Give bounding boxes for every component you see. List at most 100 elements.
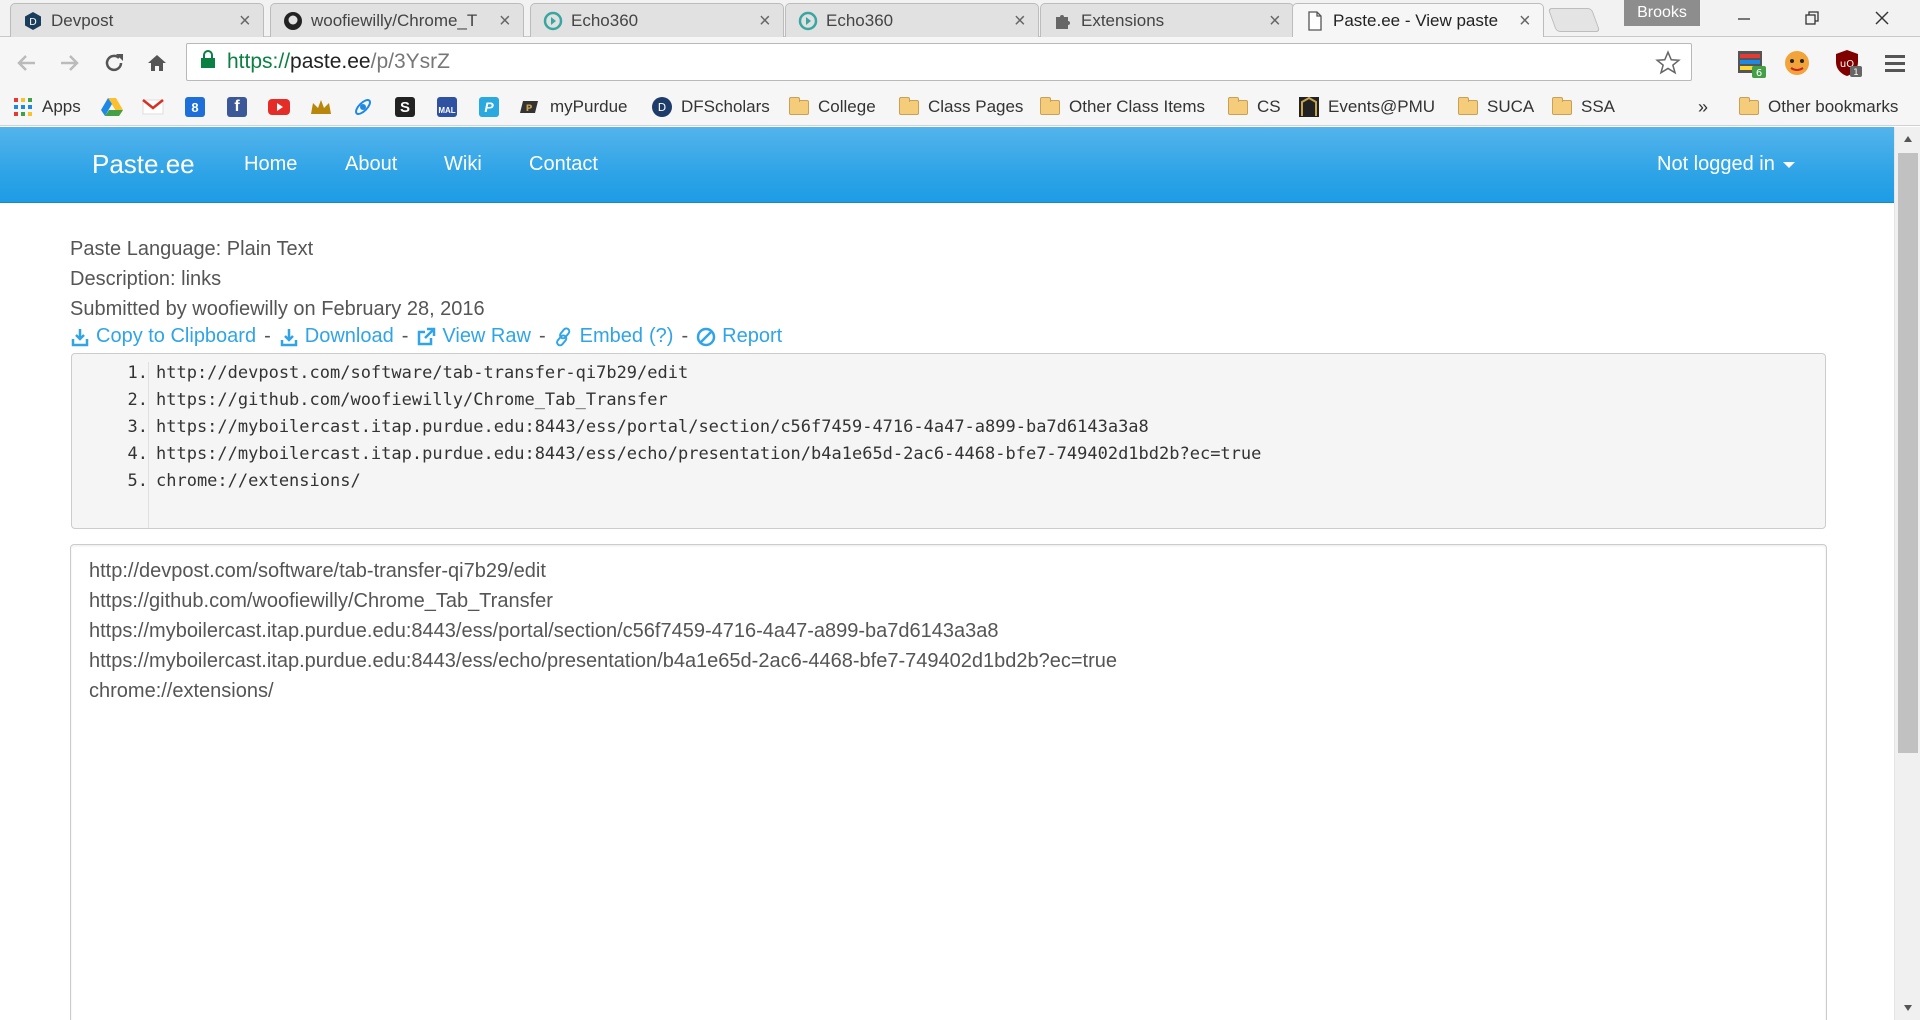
- bookmark-label: College: [818, 97, 876, 116]
- bookmark-s[interactable]: S: [394, 94, 424, 120]
- tiger-extension-icon[interactable]: [1780, 46, 1814, 80]
- mal-icon: MAL: [436, 97, 458, 117]
- reload-icon[interactable]: [97, 46, 131, 80]
- report-link[interactable]: Report: [696, 325, 782, 348]
- user-menu-dropdown[interactable]: Not logged in: [1657, 153, 1795, 176]
- site-brand[interactable]: Paste.ee: [92, 149, 195, 180]
- page-scrollbar[interactable]: [1894, 127, 1920, 1020]
- paste-actions: Copy to Clipboard - Download - View Raw …: [70, 325, 782, 348]
- puzzle-icon: [1053, 11, 1073, 31]
- tab-title: Devpost: [51, 10, 114, 30]
- url-scheme: https://: [227, 50, 291, 73]
- folder-icon: [788, 96, 810, 117]
- close-tab-icon[interactable]: ×: [239, 11, 253, 31]
- close-tab-icon[interactable]: ×: [1519, 11, 1533, 31]
- bookmark-paypal[interactable]: P: [478, 94, 508, 120]
- forward-icon[interactable]: [52, 46, 86, 80]
- scroll-up-icon[interactable]: [1895, 129, 1920, 149]
- profile-button[interactable]: Brooks: [1624, 0, 1700, 26]
- bookmark-mypurdue[interactable]: PmyPurdue: [520, 94, 627, 120]
- folder-icon: [1039, 96, 1061, 117]
- code-text: https://github.com/woofiewilly/Chrome_Ta…: [156, 390, 668, 410]
- copy-to-clipboard-link[interactable]: Copy to Clipboard: [70, 325, 256, 348]
- bookmark-google-drive[interactable]: [101, 94, 131, 120]
- new-tab-button[interactable]: [1547, 8, 1601, 32]
- nav-home[interactable]: Home: [244, 153, 297, 176]
- code-text: http://devpost.com/software/tab-transfer…: [156, 363, 689, 383]
- bookmark-apps[interactable]: Apps: [12, 94, 81, 120]
- embed-help-link[interactable]: (?): [649, 325, 673, 348]
- bookmark-youtube[interactable]: [268, 94, 298, 120]
- close-tab-icon[interactable]: ×: [1014, 11, 1028, 31]
- view-raw-link[interactable]: View Raw: [416, 325, 531, 348]
- bookmarks-overflow-button[interactable]: »: [1698, 94, 1708, 120]
- s-square-icon: S: [394, 97, 416, 117]
- bookmark-folder-college[interactable]: College: [788, 94, 876, 120]
- nav-about[interactable]: About: [345, 153, 397, 176]
- bookmark-star-icon[interactable]: [1655, 50, 1681, 82]
- address-bar[interactable]: https://paste.ee/p/3YsrZ: [186, 43, 1692, 81]
- google-calendar-icon: 8: [184, 97, 206, 117]
- restore-icon[interactable]: [1782, 0, 1842, 36]
- tab-devpost[interactable]: D Devpost ×: [10, 3, 264, 37]
- code-line: 4. https://myboilercast.itap.purdue.edu:8…: [72, 444, 1262, 471]
- bookmark-folder-cs[interactable]: CS: [1227, 94, 1281, 120]
- ublock-icon[interactable]: uO 1: [1830, 46, 1864, 80]
- close-window-icon[interactable]: [1852, 0, 1912, 36]
- tab-title: Echo360: [826, 10, 894, 30]
- tab-extensions[interactable]: Extensions ×: [1040, 3, 1294, 37]
- nav-contact[interactable]: Contact: [529, 153, 598, 176]
- bookmark-events-pmu[interactable]: Events@PMU: [1298, 94, 1435, 120]
- nav-wiki[interactable]: Wiki: [444, 153, 482, 176]
- raw-line: https://github.com/woofiewilly/Chrome_Ta…: [89, 590, 553, 612]
- tab-transfer-extension-icon[interactable]: 6: [1734, 46, 1768, 80]
- bookmark-folder-ssa[interactable]: SSA: [1551, 94, 1615, 120]
- chrome-menu-icon[interactable]: [1878, 46, 1912, 80]
- close-tab-icon[interactable]: ×: [759, 11, 773, 31]
- download-icon: [280, 328, 298, 346]
- separator: -: [264, 325, 271, 347]
- raw-paste-textarea[interactable]: http://devpost.com/software/tab-transfer…: [70, 544, 1827, 1020]
- scrollbar-thumb[interactable]: [1898, 153, 1918, 753]
- tab-title: Paste.ee - View paste: [1333, 11, 1499, 30]
- minimize-icon[interactable]: [1714, 0, 1774, 36]
- bookmark-google-calendar[interactable]: 8: [184, 94, 214, 120]
- bookmark-facebook[interactable]: f: [226, 94, 256, 120]
- close-tab-icon[interactable]: ×: [1269, 11, 1283, 31]
- events-icon: [1298, 96, 1320, 117]
- raw-line: https://myboilercast.itap.purdue.edu:844…: [89, 650, 1117, 672]
- bookmark-rocket[interactable]: [352, 94, 382, 120]
- bookmark-folder-class-pages[interactable]: Class Pages: [898, 94, 1023, 120]
- close-tab-icon[interactable]: ×: [499, 11, 513, 31]
- ban-icon: [696, 327, 716, 346]
- user-menu-label: Not logged in: [1657, 153, 1775, 175]
- home-icon[interactable]: [140, 46, 174, 80]
- embed-link[interactable]: Embed: [554, 325, 643, 348]
- folder-icon: [1738, 96, 1760, 117]
- scroll-down-icon[interactable]: [1895, 998, 1920, 1018]
- bookmark-label: Events@PMU: [1328, 97, 1436, 116]
- download-link[interactable]: Download: [279, 325, 394, 348]
- tab-echo360-2[interactable]: Echo360 ×: [785, 3, 1039, 37]
- bookmark-gmail[interactable]: [142, 94, 172, 120]
- code-line: 3. https://myboilercast.itap.purdue.edu:8…: [72, 417, 1149, 444]
- bookmark-mal[interactable]: MAL: [436, 94, 466, 120]
- svg-text:P: P: [526, 104, 533, 114]
- view-raw-label: View Raw: [442, 325, 531, 347]
- devpost-icon: D: [23, 11, 43, 31]
- back-icon[interactable]: [10, 46, 44, 80]
- paste-description: Description: links: [70, 268, 222, 290]
- bookmark-dfscholars[interactable]: D DFScholars: [651, 94, 770, 120]
- tab-echo360-1[interactable]: Echo360 ×: [530, 3, 784, 37]
- paste-metadata: Paste Language: Plain Text Description: …: [70, 234, 485, 324]
- gmail-icon: [142, 97, 164, 117]
- bookmark-folder-suca[interactable]: SUCA: [1457, 94, 1534, 120]
- line-number: 4.: [127, 444, 148, 464]
- tab-paste-ee[interactable]: Paste.ee - View paste ×: [1292, 3, 1544, 38]
- line-number: 3.: [127, 417, 148, 437]
- bookmark-folder-other-class-items[interactable]: Other Class Items: [1039, 94, 1205, 120]
- tab-github[interactable]: woofiewilly/Chrome_T ×: [270, 3, 524, 37]
- bookmark-crown[interactable]: [310, 94, 340, 120]
- paste-submitted-by: Submitted by woofiewilly on February 28,…: [70, 298, 485, 320]
- other-bookmarks[interactable]: Other bookmarks: [1738, 94, 1898, 120]
